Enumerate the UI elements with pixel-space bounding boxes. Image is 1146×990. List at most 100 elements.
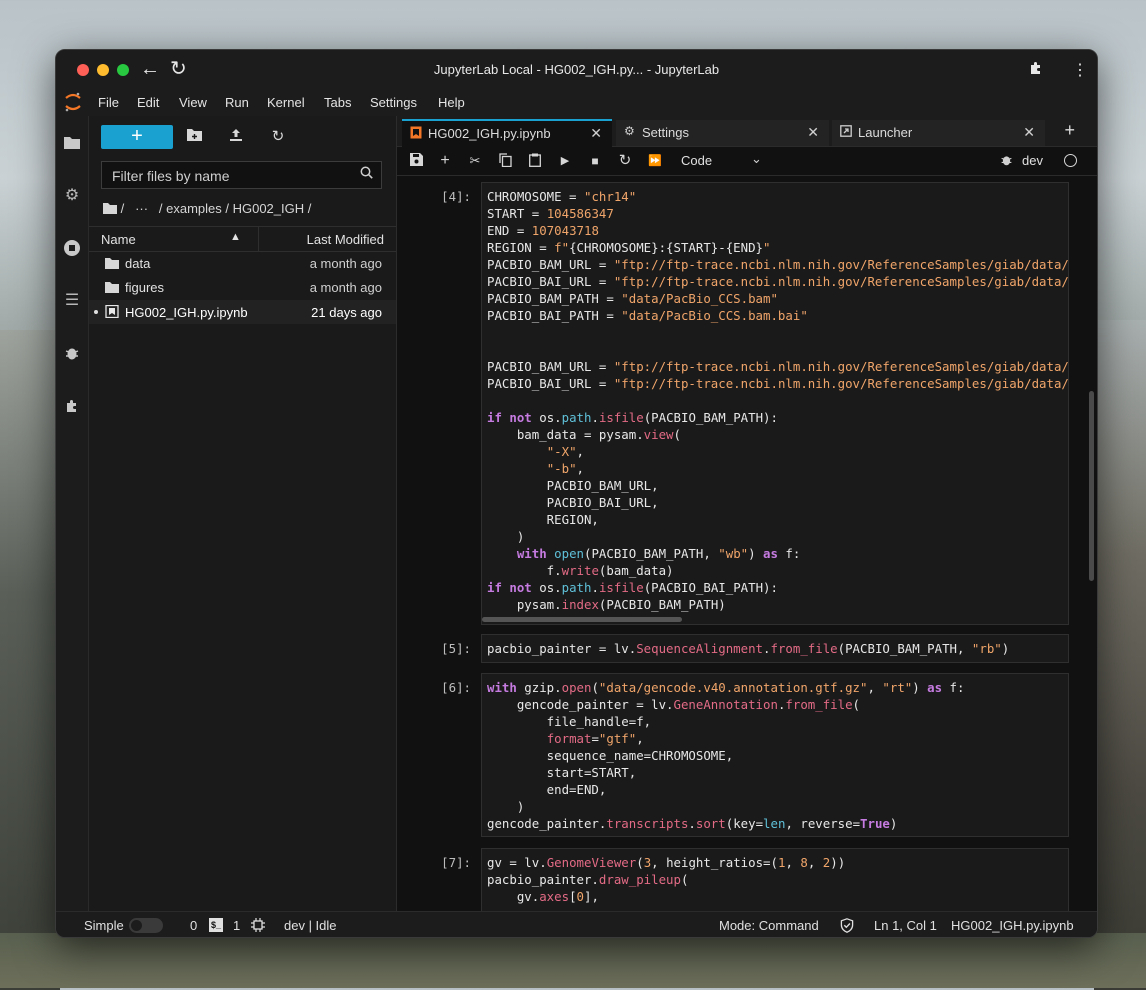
more-menu-icon[interactable]: ⋮	[1072, 60, 1088, 80]
file-name: data	[125, 256, 151, 271]
terminal-icon[interactable]: $_	[209, 918, 223, 932]
background-mountain-right	[1094, 320, 1146, 990]
simple-mode-label: Simple	[84, 918, 124, 933]
new-folder-icon[interactable]	[185, 128, 203, 146]
refresh-icon[interactable]: ↻	[269, 128, 287, 146]
vertical-scrollbar[interactable]	[1089, 391, 1094, 581]
folder-icon[interactable]	[63, 135, 81, 153]
kernel-status[interactable]: dev | Idle	[284, 918, 337, 933]
cursor-position[interactable]: Ln 1, Col 1	[874, 918, 937, 933]
current-file-name: HG002_IGH.py.ipynb	[951, 918, 1074, 933]
filter-files-input[interactable]	[110, 167, 359, 185]
status-bar: Simple 0 $_ 1 dev | Idle Mode: Command L…	[56, 911, 1097, 937]
stop-icon[interactable]: ■	[587, 153, 603, 169]
extension-puzzle-icon[interactable]	[1028, 60, 1044, 81]
restart-kernel-icon[interactable]: ↻	[617, 153, 633, 169]
horizontal-scrollbar[interactable]	[482, 617, 682, 622]
menu-edit[interactable]: Edit	[137, 95, 159, 110]
table-of-contents-icon[interactable]: ☰	[63, 292, 81, 310]
activity-bar: ⚙ ☰	[56, 116, 89, 911]
kernel-count[interactable]: 1	[233, 918, 240, 933]
menu-file[interactable]: File	[98, 95, 119, 110]
tab-notebook[interactable]: HG002_IGH.py.ipynb ✕	[402, 119, 612, 147]
debugger-bug-icon[interactable]	[63, 345, 81, 363]
breadcrumb: / ··· / examples / HG002_IGH /	[103, 201, 311, 216]
kernel-status-icon	[1064, 154, 1077, 167]
window-title: JupyterLab Local - HG002_IGH.py... - Jup…	[433, 62, 720, 77]
notebook-icon	[105, 305, 119, 318]
tab-bar: HG002_IGH.py.ipynb ✕ ⚙ Settings ✕ Launch…	[397, 116, 1097, 147]
menu-tabs[interactable]: Tabs	[324, 95, 351, 110]
tab-label: Launcher	[858, 125, 913, 140]
cell-editor[interactable]: gv = lv.GenomeViewer(3, height_ratios=(1…	[481, 848, 1069, 911]
file-row-data[interactable]: data a month ago	[89, 251, 396, 275]
stop-circle-icon[interactable]	[63, 239, 81, 257]
close-tab-icon[interactable]: ✕	[807, 124, 819, 141]
main-area: HG002_IGH.py.ipynb ✕ ⚙ Settings ✕ Launch…	[397, 116, 1097, 911]
cpu-chip-icon[interactable]	[251, 918, 265, 935]
cell-prompt: [4]:	[441, 189, 471, 204]
folder-icon	[105, 282, 119, 293]
cell-editor[interactable]: CHROMOSOME = "chr14" START = 104586347 E…	[481, 182, 1069, 625]
background-mountain-left	[0, 330, 60, 990]
run-icon[interactable]: ▶	[557, 153, 573, 169]
search-icon	[360, 166, 373, 182]
fast-forward-icon[interactable]: ⏩	[647, 153, 663, 169]
filter-files-field	[101, 161, 382, 189]
file-list-header: Name ▲ Last Modified	[89, 226, 396, 252]
title-bar: ← ↻ JupyterLab Local - HG002_IGH.py... -…	[56, 50, 1097, 88]
menu-kernel[interactable]: Kernel	[267, 95, 305, 110]
cut-icon[interactable]: ✂	[467, 153, 483, 169]
folder-icon	[105, 258, 119, 269]
cell-prompt: [6]:	[441, 680, 471, 695]
file-modified: a month ago	[309, 280, 382, 295]
column-divider[interactable]	[258, 227, 259, 251]
insert-cell-icon[interactable]: +	[437, 153, 453, 169]
cell-editor[interactable]: pacbio_painter = lv.SequenceAlignment.fr…	[481, 634, 1069, 663]
debugger-bug-icon[interactable]	[1000, 153, 1013, 170]
close-tab-icon[interactable]: ✕	[1023, 124, 1035, 141]
kernel-name[interactable]: dev	[1022, 153, 1043, 168]
tab-label: Settings	[642, 125, 689, 140]
file-row-figures[interactable]: figures a month ago	[89, 275, 396, 299]
menu-run[interactable]: Run	[225, 95, 249, 110]
save-icon[interactable]	[408, 153, 424, 169]
menu-bar: File Edit View Run Kernel Tabs Settings …	[56, 88, 1097, 116]
menu-view[interactable]: View	[179, 95, 207, 110]
terminal-count[interactable]: 0	[190, 918, 197, 933]
breadcrumb-path[interactable]: / ··· / examples / HG002_IGH /	[121, 201, 312, 216]
cell-prompt: [5]:	[441, 641, 471, 656]
menu-settings[interactable]: Settings	[370, 95, 417, 110]
simple-mode-toggle[interactable]	[129, 918, 163, 933]
running-gears-icon[interactable]: ⚙	[63, 187, 81, 205]
upload-icon[interactable]	[227, 128, 245, 146]
app-window: ← ↻ JupyterLab Local - HG002_IGH.py... -…	[55, 49, 1098, 938]
jupyter-logo-icon	[65, 92, 81, 112]
trusted-shield-icon[interactable]	[840, 918, 854, 936]
notebook-toolbar: + ✂ ▶ ■ ↻ ⏩ Code ⌄ dev	[397, 147, 1097, 176]
running-indicator	[94, 310, 98, 314]
column-name-header[interactable]: Name	[101, 232, 136, 247]
menu-help[interactable]: Help	[438, 95, 465, 110]
gear-icon: ⚙	[624, 124, 635, 138]
notebook-tab-icon	[410, 126, 422, 139]
file-modified: a month ago	[309, 256, 382, 271]
paste-icon[interactable]	[527, 153, 543, 169]
cell-editor[interactable]: with gzip.open("data/gencode.v40.annotat…	[481, 673, 1069, 837]
chevron-down-icon[interactable]: ⌄	[751, 151, 762, 167]
new-tab-plus-icon[interactable]: +	[1064, 120, 1075, 141]
cell-type-select[interactable]: Code	[681, 153, 712, 168]
copy-icon[interactable]	[497, 153, 513, 169]
close-tab-icon[interactable]: ✕	[590, 125, 602, 142]
file-row-notebook[interactable]: HG002_IGH.py.ipynb 21 days ago	[89, 300, 396, 324]
notebook-content[interactable]: [4]: CHROMOSOME = "chr14" START = 104586…	[397, 176, 1097, 911]
tab-settings[interactable]: ⚙ Settings ✕	[616, 120, 829, 146]
tab-launcher[interactable]: Launcher ✕	[832, 120, 1045, 146]
file-name: figures	[125, 280, 165, 295]
new-launcher-button[interactable]: +	[101, 125, 173, 149]
extension-manager-icon[interactable]	[63, 398, 81, 416]
sort-ascending-icon: ▲	[230, 231, 241, 243]
tab-label: HG002_IGH.py.ipynb	[428, 126, 551, 141]
folder-icon[interactable]	[103, 202, 117, 214]
column-modified-header[interactable]: Last Modified	[307, 232, 384, 247]
